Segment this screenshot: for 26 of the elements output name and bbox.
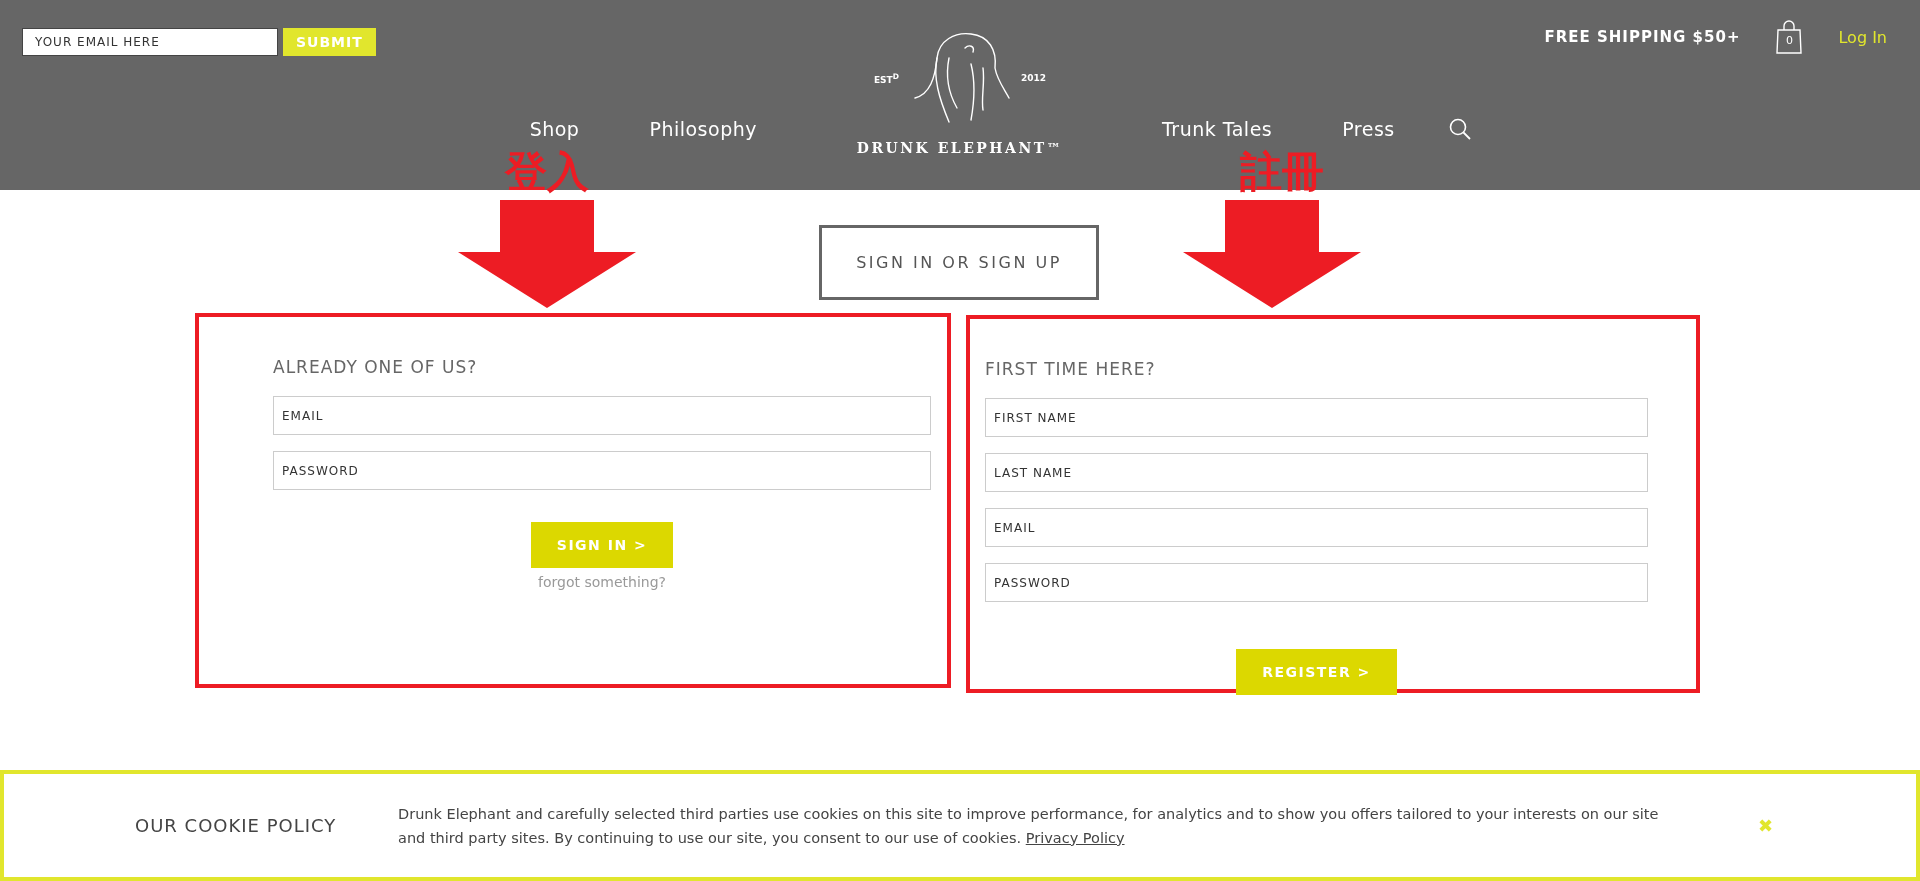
panel-heading: FIRST TIME HERE?: [985, 359, 1157, 379]
nav-link[interactable]: Philosophy: [649, 118, 757, 140]
search-icon[interactable]: [1448, 118, 1471, 140]
nav-link[interactable]: Shop: [529, 118, 580, 140]
input-field[interactable]: PASSWORD: [273, 451, 931, 490]
nav-link[interactable]: Press: [1342, 118, 1395, 140]
input-field[interactable]: EMAIL: [985, 508, 1648, 547]
login-link[interactable]: Log In: [1838, 27, 1887, 47]
logo-year: 2012: [1020, 73, 1047, 83]
shipping-notice: FREE SHIPPING $50+: [1544, 28, 1741, 46]
nav-link[interactable]: Trunk Tales: [1162, 118, 1273, 140]
input-field[interactable]: EMAIL: [273, 396, 931, 435]
annotation-label: 註冊: [1240, 148, 1324, 196]
logo-estd: EST$^{D}$: [873, 71, 899, 85]
cookie-title: OUR COOKIE POLICY: [135, 815, 338, 836]
input-field[interactable]: FIRST NAME: [985, 398, 1648, 437]
cookie-text: Drunk Elephant and carefully selected third parties use cookies on this site to improve performance, for analytics and to show you offers tailored to your interests on our site and third party sites. By continuing to use our site, you consent to our use of cookies. Privacy Policy: [398, 804, 1660, 848]
annotation-label: 登入: [505, 148, 589, 196]
input-field[interactable]: LAST NAME: [985, 453, 1648, 492]
logo-wordmark[interactable]: DRUNK ELEPHANT™: [856, 140, 1064, 156]
email-field[interactable]: YOUR EMAIL HERE: [22, 28, 278, 56]
privacy-policy-link[interactable]: Privacy Policy: [1025, 829, 1125, 846]
input-field[interactable]: PASSWORD: [985, 563, 1648, 602]
forgot-link[interactable]: forgot something?: [538, 574, 666, 590]
section-title: SIGN IN OR SIGN UP: [819, 225, 1099, 300]
panel-heading: ALREADY ONE OF US?: [273, 357, 479, 377]
